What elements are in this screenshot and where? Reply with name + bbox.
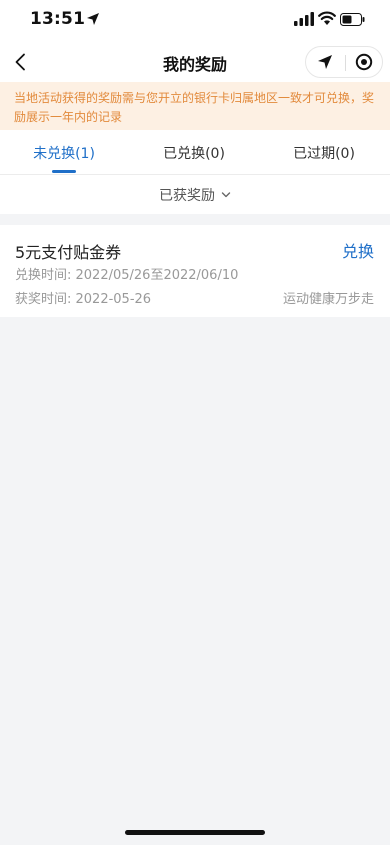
redeem-button[interactable]: 兑换 xyxy=(342,238,374,262)
active-tab-indicator xyxy=(52,170,76,173)
chevron-down-icon xyxy=(221,191,231,197)
navigation-bar: 我的奖励 xyxy=(0,42,390,82)
status-time: 13:51 xyxy=(30,9,86,29)
exchange-period: 兑换时间: 2022/05/26至2022/06/10 xyxy=(15,268,239,283)
tab-expired[interactable]: 已过期(0) xyxy=(264,143,384,163)
battery-icon xyxy=(340,13,365,26)
filter-label: 已获奖励 xyxy=(159,187,215,204)
tab-redeemed[interactable]: 已兑换(0) xyxy=(134,143,254,163)
award-time: 获奖时间: 2022-05-26 xyxy=(15,292,152,307)
location-button[interactable] xyxy=(306,47,344,77)
navigation-arrow-icon xyxy=(318,55,332,69)
status-bar: 13:51 xyxy=(0,0,390,42)
cellular-signal-icon xyxy=(294,12,314,26)
miniprogram-capsule xyxy=(305,46,383,78)
tab-unredeemed[interactable]: 未兑换(1) xyxy=(4,143,124,163)
reward-card: 5元支付贴金券 兑换 兑换时间: 2022/05/26至2022/06/10 获… xyxy=(0,225,390,317)
location-arrow-icon xyxy=(87,13,99,25)
wifi-icon xyxy=(318,11,336,25)
reward-filter-dropdown[interactable]: 已获奖励 xyxy=(0,174,390,214)
notice-banner: 当地活动获得的奖励需与您开立的银行卡归属地区一致才可兑换，奖励展示一年内的记录 xyxy=(0,82,390,130)
reward-tabs: 未兑换(1) 已兑换(0) 已过期(0) xyxy=(0,130,390,174)
target-circle-icon xyxy=(355,53,373,71)
close-miniprogram-button[interactable] xyxy=(345,47,383,77)
reward-title: 5元支付贴金券 xyxy=(15,243,122,262)
reward-source: 运动健康万步走 xyxy=(282,292,374,307)
home-indicator xyxy=(125,830,265,835)
